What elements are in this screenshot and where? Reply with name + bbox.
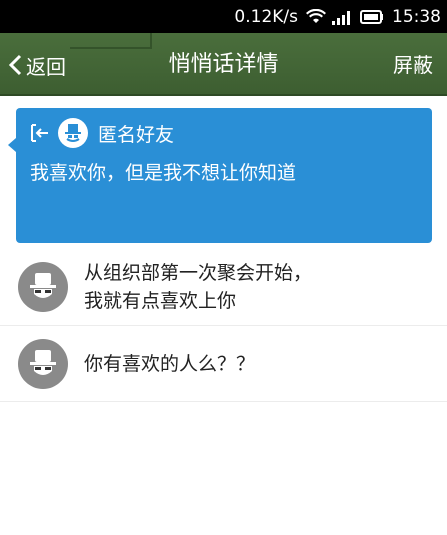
list-item[interactable]: 从组织部第一次聚会开始， 我就有点喜欢上你 [0, 248, 447, 326]
reply-line: 你有喜欢的人么？？ [84, 352, 256, 375]
reply-text: 从组织部第一次聚会开始， 我就有点喜欢上你 [84, 259, 312, 315]
reply-list: 从组织部第一次聚会开始， 我就有点喜欢上你 你有喜欢的人么？？ [0, 248, 447, 402]
anonymous-avatar-icon [18, 261, 68, 312]
page-title: 悄悄话详情 [168, 52, 279, 77]
title-bar: 返回 悄悄话详情 屏蔽 [0, 33, 447, 96]
reply-text: 你有喜欢的人么？？ [84, 350, 255, 378]
card-header: 匿名好友 [30, 118, 174, 148]
block-button[interactable]: 屏蔽 [393, 47, 433, 83]
list-item[interactable]: 你有喜欢的人么？？ [0, 326, 447, 402]
message-text: 我喜欢你，但是我不想让你知道 [30, 162, 297, 184]
exit-icon [30, 123, 50, 143]
reply-line: 我就有点喜欢上你 [84, 289, 237, 312]
sender-name: 匿名好友 [98, 123, 175, 146]
battery-icon [360, 9, 384, 24]
anonymous-avatar-icon [18, 338, 68, 389]
status-bar: 0.12K/s 15:38 [0, 0, 447, 33]
network-speed: 0.12K/s [234, 6, 298, 27]
reply-line: 从组织部第一次聚会开始， [84, 261, 313, 284]
anonymous-avatar-icon [58, 118, 88, 148]
signal-icon [332, 9, 354, 25]
clock: 15:38 [392, 6, 441, 27]
wifi-icon [306, 8, 326, 25]
message-card: 匿名好友 我喜欢你，但是我不想让你知道 [8, 108, 432, 243]
